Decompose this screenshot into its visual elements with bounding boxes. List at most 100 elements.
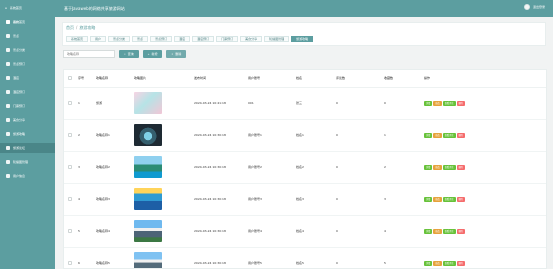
row-checkbox[interactable] <box>68 164 72 169</box>
table-row: 4 攻略名称3 2024-03-24 10:30:18 用户账号3 姓名3 0 … <box>64 183 546 216</box>
row-actions: 详情 修改 查看评论 删除 <box>420 151 546 184</box>
tab-food[interactable]: 美食分享 <box>240 36 263 42</box>
row-account: 001 <box>244 87 292 120</box>
row-checkbox[interactable] <box>68 228 72 233</box>
tab-hotel[interactable]: 酒店 <box>174 36 191 42</box>
table-row: 5 攻略名称4 2024-03-24 10:30:18 用户账号4 姓名4 0 … <box>64 215 546 248</box>
sidebar-item-hotel-booking[interactable]: 酒店预订 <box>0 87 55 97</box>
row-select[interactable] <box>64 183 74 216</box>
row-image <box>130 151 190 184</box>
row-name: 攻略名称5 <box>92 247 130 268</box>
row-name: 攻略名称3 <box>92 183 130 216</box>
select-all-checkbox[interactable] <box>68 75 72 80</box>
tab-home[interactable]: 系统首页 <box>66 36 89 42</box>
sidebar-item-carousel[interactable]: 轮播图管理 <box>0 157 55 167</box>
user-action[interactable]: 退出登录 <box>533 5 545 9</box>
detail-button[interactable]: 详情 <box>424 164 433 170</box>
sidebar-item-food[interactable]: 美食分享 <box>0 115 55 125</box>
search-input[interactable] <box>63 50 115 58</box>
row-image <box>130 119 190 152</box>
tab-user[interactable]: 用户 <box>90 36 107 42</box>
sidebar-item-ticket[interactable]: 门票预订 <box>0 101 55 111</box>
delete-row-button[interactable]: 删除 <box>456 260 465 266</box>
delete-row-button[interactable]: 删除 <box>456 100 465 106</box>
tab-guide[interactable]: 旅游攻略 <box>291 36 314 42</box>
edit-button[interactable]: 修改 <box>433 228 442 234</box>
ticket-icon <box>6 104 10 108</box>
table-header-index: 序号 <box>74 70 92 88</box>
row-select[interactable] <box>64 247 74 268</box>
comment-button[interactable]: 查看评论 <box>442 164 456 170</box>
tab-scenic[interactable]: 景点 <box>132 36 149 42</box>
tab-hotel-booking[interactable]: 酒店预订 <box>192 36 215 42</box>
comment-button[interactable]: 查看评论 <box>442 132 456 138</box>
row-checkbox[interactable] <box>68 260 72 265</box>
hotel-icon <box>6 76 10 80</box>
row-select[interactable] <box>64 87 74 120</box>
row-time: 2024-03-24 10:30:18 <box>190 119 244 152</box>
sidebar-item-scenic-category[interactable]: 景点分类 <box>0 45 55 55</box>
row-image <box>130 183 190 216</box>
search-button[interactable]: ⌕ 查询 <box>119 50 139 58</box>
tab-ticket[interactable]: 门票预订 <box>216 36 239 42</box>
edit-button[interactable]: 修改 <box>433 100 442 106</box>
user-menu[interactable]: 退出登录 <box>523 4 545 10</box>
detail-button[interactable]: 详情 <box>424 196 433 202</box>
comment-button[interactable]: 查看评论 <box>442 260 456 266</box>
table-row: 1 旅游 2024-03-24 10:41:18 001 张三 0 0 详情 修改… <box>64 87 546 120</box>
detail-button[interactable]: 详情 <box>424 100 433 106</box>
row-select[interactable] <box>64 215 74 248</box>
row-comments: 0 <box>332 119 380 152</box>
delete-row-button[interactable]: 删除 <box>456 196 465 202</box>
row-actions: 详情 修改 查看评论 删除 <box>420 247 546 268</box>
sidebar-item-scenic[interactable]: 景点 <box>0 31 55 41</box>
row-select[interactable] <box>64 119 74 152</box>
delete-row-button[interactable]: 删除 <box>456 164 465 170</box>
edit-button[interactable]: 修改 <box>433 164 442 170</box>
page-header: 首页 / 旅游攻略 系统首页 用户 景点分类 景点 景点预订 酒店 酒店预订 门… <box>62 22 546 46</box>
row-image <box>130 215 190 248</box>
tab-scenic-booking[interactable]: 景点预订 <box>150 36 173 42</box>
breadcrumb-home[interactable]: 首页 <box>66 25 74 31</box>
row-favorites: 1 <box>380 119 420 152</box>
top-header: ⌂ 系统首页 基于Javaweb的网络共享旅游网站 退出登录 <box>0 0 553 17</box>
row-account: 用户账号2 <box>244 151 292 184</box>
tab-carousel[interactable]: 轮播图管理 <box>264 36 290 42</box>
row-index: 1 <box>74 87 92 120</box>
delete-row-button[interactable]: 删除 <box>456 228 465 234</box>
row-time: 2024-03-24 10:30:18 <box>190 247 244 268</box>
breadcrumb-current: 旅游攻略 <box>79 25 96 30</box>
comment-button[interactable]: 查看评论 <box>442 100 456 106</box>
detail-button[interactable]: 详情 <box>424 132 433 138</box>
table-header-select[interactable] <box>64 70 74 88</box>
sidebar-item-scenic-booking[interactable]: 景点预订 <box>0 59 55 69</box>
sidebar-item-guide[interactable]: 旅游攻略 <box>0 129 55 139</box>
sidebar-item-forum[interactable]: 旅游论坛 <box>0 143 55 153</box>
table-header-image: 攻略图片 <box>130 70 190 88</box>
table-header-name: 攻略名称 <box>92 70 130 88</box>
delete-row-button[interactable]: 删除 <box>456 132 465 138</box>
comment-button[interactable]: 查看评论 <box>442 228 456 234</box>
logo: ⌂ 系统首页 <box>5 3 57 13</box>
row-image <box>130 87 190 120</box>
tab-scenic-category[interactable]: 景点分类 <box>108 36 131 42</box>
row-checkbox[interactable] <box>68 132 72 137</box>
delete-button[interactable]: × 删除 <box>166 50 187 58</box>
row-checkbox[interactable] <box>68 196 72 201</box>
tab-bar: 系统首页 用户 景点分类 景点 景点预订 酒店 酒店预订 门票预订 美食分享 轮… <box>66 36 314 42</box>
sidebar-item-hotel[interactable]: 酒店 <box>0 73 55 83</box>
edit-button[interactable]: 修改 <box>433 260 442 266</box>
row-select[interactable] <box>64 151 74 184</box>
sidebar-item-user[interactable]: 用户 <box>0 17 55 27</box>
row-checkbox[interactable] <box>68 100 72 105</box>
comment-button[interactable]: 查看评论 <box>442 196 456 202</box>
add-button[interactable]: + 新增 <box>142 50 163 58</box>
edit-button[interactable]: 修改 <box>433 196 442 202</box>
detail-button[interactable]: 详情 <box>424 228 433 234</box>
row-name: 攻略名称4 <box>92 215 130 248</box>
row-time: 2024-03-24 10:30:18 <box>190 215 244 248</box>
detail-button[interactable]: 详情 <box>424 260 433 266</box>
edit-button[interactable]: 修改 <box>433 132 442 138</box>
table-header-account: 用户账号 <box>244 70 292 88</box>
sidebar-item-profile[interactable]: 用户信息 <box>0 171 55 181</box>
